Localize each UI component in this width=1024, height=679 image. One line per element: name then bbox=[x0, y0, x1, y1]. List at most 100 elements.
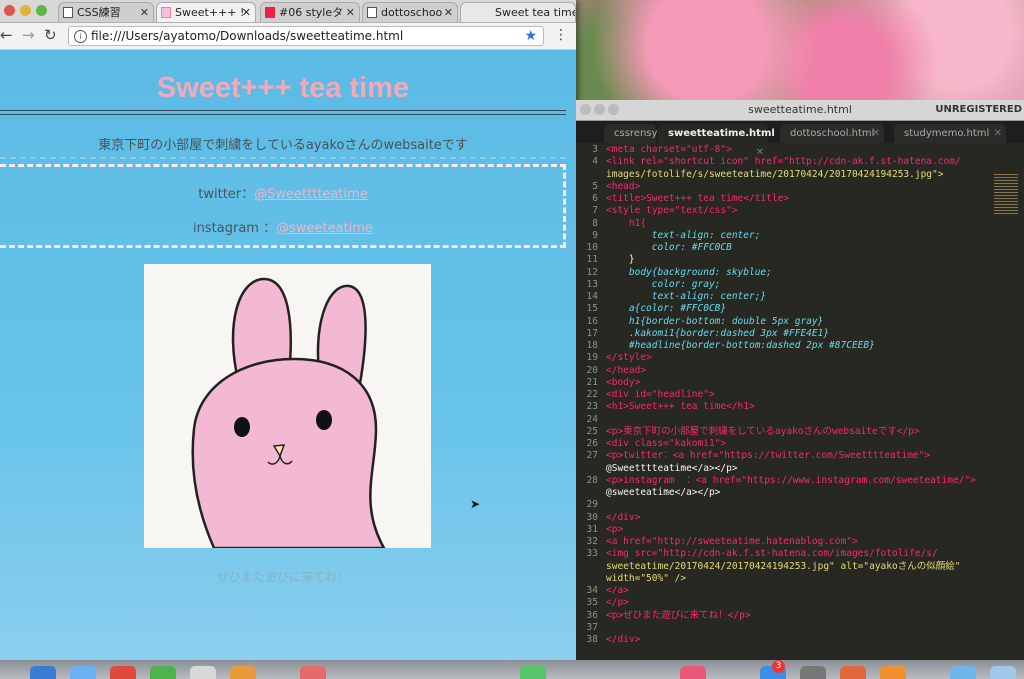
code-text: <div class="kakomi1"> bbox=[606, 438, 727, 449]
reload-icon[interactable]: ↻ bbox=[44, 26, 57, 44]
unregistered-label: UNREGISTERED bbox=[935, 104, 1022, 115]
tab-label: dottoschoo bbox=[381, 6, 443, 19]
twitter-label: twitter： bbox=[198, 187, 255, 202]
code-line: 33 <img src="http://cdn-ak.f.st-hatena.co… bbox=[576, 548, 1024, 560]
close-tab-icon[interactable]: ✕ bbox=[242, 3, 251, 22]
line-number: 37 bbox=[586, 621, 598, 633]
desktop-wallpaper bbox=[570, 0, 1024, 110]
code-text: @Sweetttteatime</a></p> bbox=[606, 462, 738, 474]
app-dock-icon[interactable] bbox=[230, 666, 256, 679]
close-tab-icon[interactable]: ✕ bbox=[444, 3, 453, 22]
browser-window: CSS練習 ✕ Sweet+++ ! ✕ #06 styleタ ✕ dottos… bbox=[0, 0, 576, 660]
browser-tab-style[interactable]: #06 styleタ ✕ bbox=[260, 2, 360, 22]
code-text: text-align: center;} bbox=[606, 291, 767, 302]
twitter-row: twitter：@Sweetttteatime bbox=[0, 183, 566, 202]
photos-dock-icon[interactable] bbox=[190, 666, 216, 679]
code-line: 32 <a href="http://sweeteatime.hatenablog… bbox=[576, 536, 1024, 548]
line-number: 19 bbox=[586, 352, 598, 364]
folder-dock-icon[interactable] bbox=[950, 666, 976, 679]
code-line: 34 </a> bbox=[576, 585, 1024, 597]
code-text: <style type="text/css"> bbox=[606, 205, 738, 217]
code-text: <p>東京下町の小部屋で刺繍をしているayakoさんのwebsaiteです</p… bbox=[606, 425, 920, 437]
line-number: 34 bbox=[586, 585, 598, 596]
line-number: 6 bbox=[592, 193, 598, 204]
instagram-link[interactable]: @sweeteatime bbox=[276, 221, 373, 236]
sublime-dock-icon[interactable] bbox=[880, 666, 906, 679]
line-number: 15 bbox=[586, 303, 598, 315]
code-line: 6 <title>Sweet+++ tea time</title> bbox=[576, 193, 1024, 205]
code-line: 18 #headline{border-bottom:dashed 2px #8… bbox=[576, 340, 1024, 352]
facetime-dock-icon[interactable] bbox=[520, 666, 546, 679]
zoom-window-button[interactable] bbox=[36, 5, 47, 16]
address-bar[interactable]: i file:///Users/ayatomo/Downloads/sweett… bbox=[68, 26, 544, 46]
browser-tab-sweet[interactable]: Sweet+++ ! ✕ bbox=[156, 2, 256, 22]
code-text: <meta charset="utf-8"> bbox=[606, 144, 732, 155]
app-dock-icon[interactable] bbox=[840, 666, 866, 679]
code-text: <p>twitter：<a href="https://twitter.com/… bbox=[606, 450, 931, 462]
minimize-window-button[interactable] bbox=[20, 5, 31, 16]
close-tab-icon[interactable]: ✕ bbox=[346, 3, 355, 22]
browser-tab-sweet-tea-time[interactable]: Sweet tea time bbox=[460, 2, 576, 22]
back-arrow-icon[interactable]: ← bbox=[0, 26, 13, 44]
forward-arrow-icon[interactable]: → bbox=[22, 26, 35, 44]
code-text: sweeteatime/20170424/20170424194253.jpg"… bbox=[606, 560, 961, 572]
bookmark-star-icon[interactable]: ★ bbox=[524, 27, 537, 45]
code-line: 27 <p>twitter：<a href="https://twitter.co… bbox=[576, 450, 1024, 462]
code-area[interactable]: 3 <meta charset="utf-8"> 4 <link rel="short… bbox=[576, 144, 1024, 660]
browser-tab-css[interactable]: CSS練習 ✕ bbox=[58, 2, 154, 22]
trash-dock-icon[interactable] bbox=[990, 666, 1016, 679]
site-tagline: 東京下町の小部屋で刺繍をしているayakoさんのwebsaiteです bbox=[98, 138, 468, 153]
twitter-link[interactable]: @Sweetttteatime bbox=[254, 187, 368, 202]
bunny-illustration-link[interactable] bbox=[144, 264, 431, 550]
editor-tab-dottoschool[interactable]: dottoschool.html ✕ bbox=[780, 124, 884, 143]
editor-tab-studymemo[interactable]: studymemo.html ✕ bbox=[894, 124, 1006, 143]
info-icon[interactable]: i bbox=[74, 30, 87, 43]
line-number: 17 bbox=[586, 327, 598, 339]
editor-tab-label: dottoschool.html bbox=[790, 128, 875, 139]
line-number: 5 bbox=[592, 180, 598, 192]
code-text: <body> bbox=[606, 376, 641, 388]
line-number: 10 bbox=[586, 242, 598, 253]
browser-menu-icon[interactable]: ⋮ bbox=[554, 27, 568, 43]
line-number: 12 bbox=[586, 266, 598, 278]
line-number: 22 bbox=[586, 389, 598, 400]
finder-dock-icon[interactable] bbox=[30, 666, 56, 679]
chrome-dock-icon[interactable] bbox=[110, 666, 136, 679]
code-text: <a href="http://sweeteatime.hatenablog.c… bbox=[606, 536, 858, 547]
line-number: 38 bbox=[586, 634, 598, 645]
editor-tab-sweetteatime[interactable]: sweetteatime.html ✕ bbox=[658, 124, 775, 158]
editor-tab-label: cssrensyu bbox=[614, 128, 664, 139]
line-number: 14 bbox=[586, 291, 598, 302]
code-line: 7 <style type="text/css"> bbox=[576, 205, 1024, 217]
line-number: 33 bbox=[586, 548, 598, 560]
code-line: 38 </div> bbox=[576, 634, 1024, 646]
line-number: 24 bbox=[586, 413, 598, 425]
itunes-dock-icon[interactable] bbox=[680, 666, 706, 679]
tab-label: CSS練習 bbox=[77, 6, 121, 19]
web-page: Sweet+++ tea time 東京下町の小部屋で刺繍をしているayakoさ… bbox=[0, 50, 576, 660]
code-line: 25 <p>東京下町の小部屋で刺繍をしているayakoさんのwebsaiteです<… bbox=[576, 426, 1024, 438]
messages-dock-icon[interactable] bbox=[150, 666, 176, 679]
editor-tab-cssrensyu[interactable]: cssrensyu bbox=[604, 124, 664, 143]
line-number: 3 bbox=[592, 144, 598, 155]
code-text: a{color: #FFC0CB} bbox=[606, 303, 727, 315]
code-text: <p>instagram ：<a href="https://www.insta… bbox=[606, 474, 976, 486]
code-text: width="50%" /> bbox=[606, 572, 687, 584]
close-tab-icon[interactable]: ✕ bbox=[994, 124, 1002, 143]
close-tab-icon[interactable]: ✕ bbox=[140, 3, 149, 22]
calendar-dock-icon[interactable] bbox=[300, 666, 326, 679]
code-text: color: gray; bbox=[606, 278, 721, 290]
line-number: 9 bbox=[592, 229, 598, 241]
code-line: 10 color: #FFC0CB bbox=[576, 242, 1024, 254]
bunny-favicon-icon bbox=[161, 7, 171, 18]
browser-tab-dottoschool[interactable]: dottoschoo ✕ bbox=[362, 2, 458, 22]
url-text: file:///Users/ayatomo/Downloads/sweettea… bbox=[91, 29, 404, 43]
code-text: </style> bbox=[606, 352, 652, 364]
system-preferences-dock-icon[interactable] bbox=[800, 666, 826, 679]
close-window-button[interactable] bbox=[4, 5, 15, 16]
launchpad-dock-icon[interactable] bbox=[70, 666, 96, 679]
close-tab-icon[interactable]: ✕ bbox=[872, 124, 880, 143]
code-text: color: #FFC0CB bbox=[606, 242, 732, 253]
code-text: <title>Sweet+++ tea time</title> bbox=[606, 193, 790, 204]
minimap[interactable] bbox=[994, 174, 1018, 214]
